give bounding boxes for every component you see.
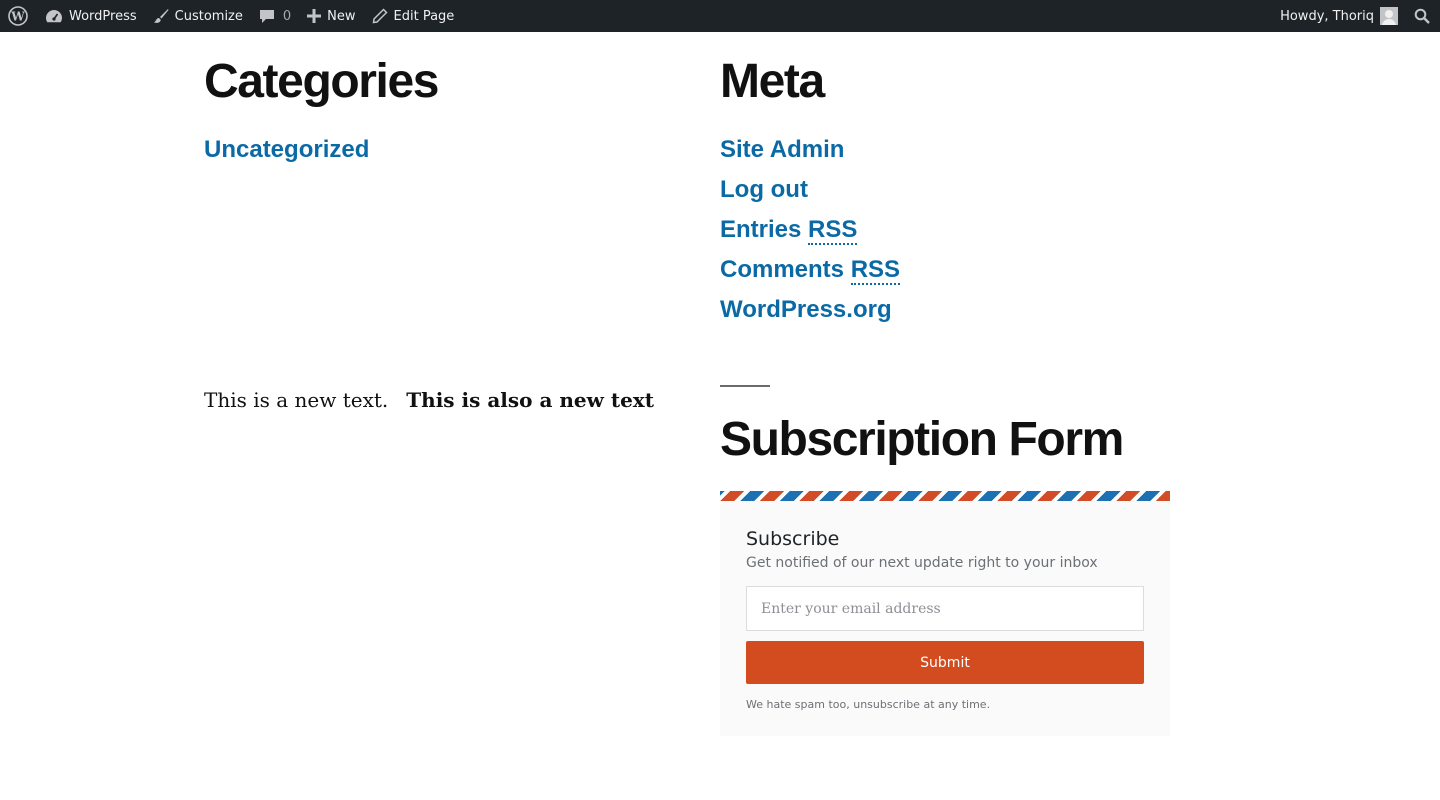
svg-text:W: W: [10, 10, 25, 24]
subscription-body: Subscribe Get notified of our next updat…: [720, 501, 1170, 711]
meta-title: Meta: [720, 55, 825, 108]
categories-title: Categories: [204, 55, 439, 108]
log-out-link[interactable]: Log out: [720, 176, 808, 203]
search-icon: [1414, 8, 1430, 24]
edit-page-label: Edit Page: [393, 8, 455, 24]
rss-abbr: RSS: [850, 256, 901, 285]
avatar: [1380, 7, 1398, 25]
wordpress-logo-icon: W: [8, 6, 28, 26]
wordpress-org-link[interactable]: WordPress.org: [720, 296, 892, 323]
rss-abbr: RSS: [808, 216, 858, 245]
spam-note: We hate spam too, unsubscribe at any tim…: [746, 698, 991, 711]
customize-link[interactable]: Customize: [145, 0, 251, 32]
comment-bubble-icon: [259, 8, 275, 24]
subscription-card: Subscribe Get notified of our next updat…: [720, 491, 1170, 736]
new-label: New: [327, 8, 356, 24]
howdy-label: Howdy, Thoriq: [1280, 8, 1374, 24]
site-name-link[interactable]: WordPress: [37, 0, 145, 32]
meta-item: Entries RSS: [720, 210, 1180, 250]
entries-rss-link[interactable]: Entries RSS: [720, 216, 858, 245]
meta-widget: Meta Site Admin Log out Entries RSS Comm…: [720, 56, 1180, 330]
meta-item: Comments RSS: [720, 250, 1180, 290]
admin-bar: W WordPress Customize 0 New Edit Page Ho…: [0, 0, 1440, 32]
search-button[interactable]: [1406, 0, 1440, 32]
comments-label: Comments: [720, 256, 845, 283]
text-widget-row: This is a new text. This is also a new t…: [204, 388, 654, 412]
my-account-link[interactable]: Howdy, Thoriq: [1272, 0, 1406, 32]
plus-icon: [307, 9, 322, 23]
subscription-form-title: Subscription Form: [720, 413, 1124, 466]
bold-text: This is also a new text: [406, 388, 654, 412]
categories-list: Uncategorized: [204, 130, 674, 170]
admin-bar-right: Howdy, Thoriq: [1272, 0, 1440, 32]
comments-rss-link[interactable]: Comments RSS: [720, 256, 901, 285]
airmail-stripes: [720, 491, 1170, 501]
plain-text: This is a new text.: [204, 388, 389, 412]
email-field[interactable]: [746, 586, 1144, 631]
categories-widget: Categories Uncategorized: [204, 56, 674, 170]
section-divider: [720, 385, 770, 387]
meta-list: Site Admin Log out Entries RSS Comments …: [720, 130, 1180, 330]
pencil-icon: [372, 8, 388, 24]
subscribe-description: Get notified of our next update right to…: [746, 555, 1098, 571]
category-link-uncategorized[interactable]: Uncategorized: [204, 136, 369, 163]
entries-label: Entries: [720, 216, 802, 243]
comments-count: 0: [282, 8, 292, 24]
site-admin-link[interactable]: Site Admin: [720, 136, 844, 163]
submit-button[interactable]: Submit: [746, 641, 1144, 684]
meta-item: WordPress.org: [720, 290, 1180, 330]
comments-link[interactable]: 0: [251, 0, 299, 32]
category-item: Uncategorized: [204, 130, 674, 170]
meta-item: Site Admin: [720, 130, 1180, 170]
subscribe-heading: Subscribe: [746, 528, 840, 550]
site-name-label: WordPress: [69, 8, 137, 24]
wordpress-logo-button[interactable]: W: [0, 0, 37, 32]
paintbrush-icon: [153, 8, 169, 24]
new-content-link[interactable]: New: [299, 0, 363, 32]
edit-page-link[interactable]: Edit Page: [364, 0, 463, 32]
customize-label: Customize: [174, 8, 243, 24]
dashboard-icon: [45, 8, 63, 24]
meta-item: Log out: [720, 170, 1180, 210]
admin-bar-left: W WordPress Customize 0 New Edit Page: [0, 0, 462, 32]
